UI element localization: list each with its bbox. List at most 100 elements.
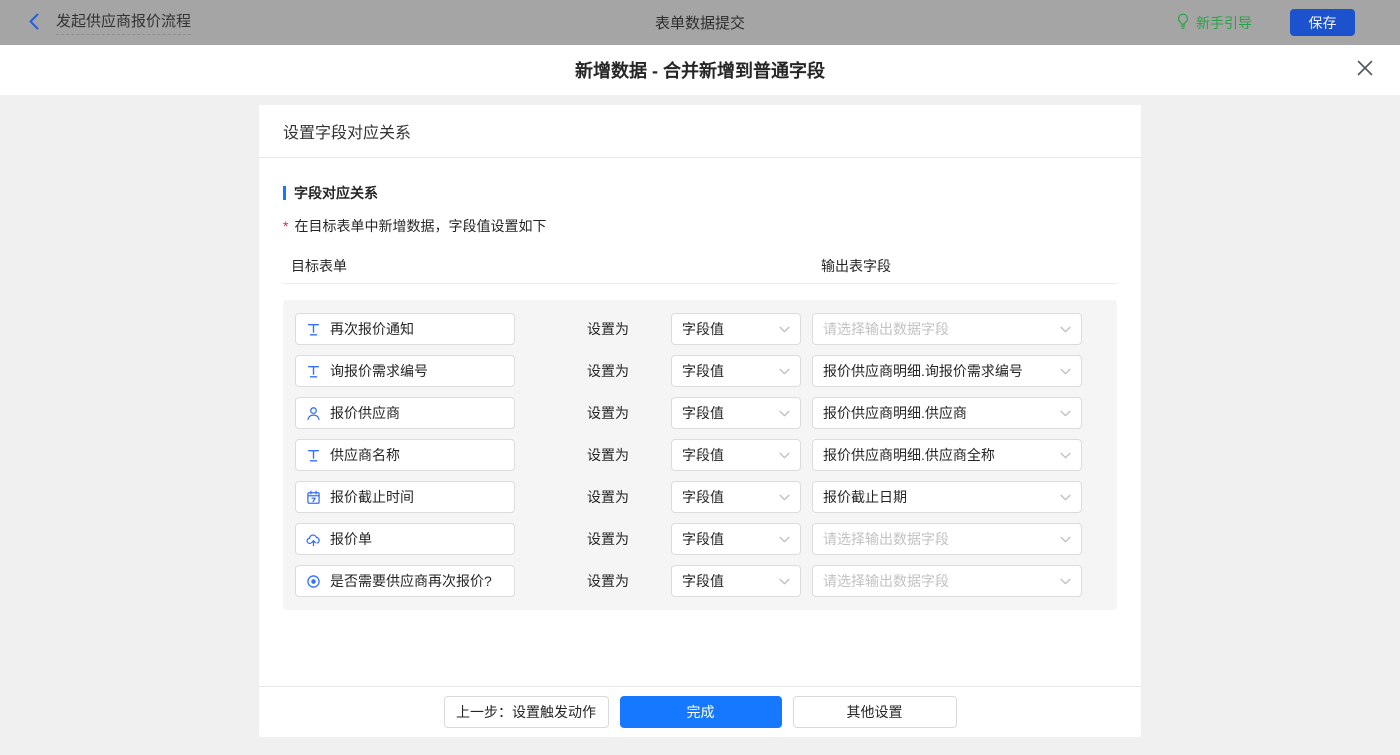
value-type-select[interactable]: 字段值 [671,481,801,513]
value-type-select[interactable]: 字段值 [671,523,801,555]
previous-step-button[interactable]: 上一步：设置触发动作 [443,696,609,728]
set-as-label: 设置为 [587,447,629,463]
value-type-selected: 字段值 [682,447,724,463]
value-type-selected: 字段值 [682,405,724,421]
chevron-down-icon [1060,410,1071,417]
lightbulb-icon [1176,13,1190,33]
value-type-selected: 字段值 [682,321,724,337]
field-mapping-row: 报价截止时间 设置为 字段值 报价截止日期 [295,481,1117,513]
output-field-value: 报价供应商明细.询报价需求编号 [823,363,1023,379]
field-mapping-row: 报价供应商 设置为 字段值 报价供应商明细.供应商 [295,397,1117,429]
save-button[interactable]: 保存 [1290,9,1355,36]
topbar-right: 新手引导 保存 [1176,9,1355,36]
flow-title[interactable]: 发起供应商报价流程 [56,10,192,35]
section-accent-bar [283,186,286,200]
card-body: 字段对应关系 * 在目标表单中新增数据，字段值设置如下 目标表单 输出表字段 再… [259,158,1141,686]
value-type-selected: 字段值 [682,573,724,589]
section-description: * 在目标表单中新增数据，字段值设置如下 [283,216,1117,236]
output-field-value: 请选择输出数据字段 [823,573,949,589]
modal-body: 设置字段对应关系 字段对应关系 * 在目标表单中新增数据，字段值设置如下 目标表… [0,95,1400,755]
section-title-label: 字段对应关系 [294,185,378,201]
output-field-select[interactable]: 报价截止日期 [812,481,1082,513]
calendar-icon [306,490,321,505]
beginner-guide-button[interactable]: 新手引导 [1176,13,1252,33]
output-field-select[interactable]: 请选择输出数据字段 [812,523,1082,555]
set-as-label: 设置为 [587,405,629,421]
column-header-output-field: 输出表字段 [821,258,891,274]
field-mapping-row: 询报价需求编号 设置为 字段值 报价供应商明细.询报价需求编号 [295,355,1117,387]
topbar-left: 发起供应商报价流程 [28,10,192,35]
field-mapping-row: 报价单 设置为 字段值 请选择输出数据字段 [295,523,1117,555]
close-icon [1356,59,1374,80]
topbar: 发起供应商报价流程 表单数据提交 新手引导 保存 [0,0,1400,45]
text-input-icon [306,448,321,463]
column-header-target-form: 目标表单 [291,258,347,274]
set-as-label: 设置为 [587,321,629,337]
text-input-icon [306,364,321,379]
output-field-select[interactable]: 报价供应商明细.询报价需求编号 [812,355,1082,387]
column-headers: 目标表单 输出表字段 [283,256,1117,276]
value-type-selected: 字段值 [682,363,724,379]
close-button[interactable] [1356,59,1374,80]
cloud-upload-icon [306,532,321,547]
output-field-select[interactable]: 请选择输出数据字段 [812,565,1082,597]
target-field-label: 询报价需求编号 [330,363,428,379]
target-field-box: 报价供应商 [295,397,515,429]
card-header: 设置字段对应关系 [259,105,1141,158]
target-field-label: 供应商名称 [330,447,400,463]
chevron-down-icon [1060,578,1071,585]
target-field-box: 报价截止时间 [295,481,515,513]
field-mapping-row: 再次报价通知 设置为 字段值 请选择输出数据字段 [295,313,1117,345]
field-mapping-row: 是否需要供应商再次报价? 设置为 字段值 请选择输出数据字段 [295,565,1117,597]
target-field-box: 询报价需求编号 [295,355,515,387]
description-text: 在目标表单中新增数据，字段值设置如下 [294,218,547,234]
radio-icon [306,574,321,589]
required-mark: * [283,218,289,234]
chevron-down-icon [779,578,790,585]
set-as-label: 设置为 [587,573,629,589]
chevron-down-icon [779,410,790,417]
chevron-down-icon [779,326,790,333]
value-type-select[interactable]: 字段值 [671,355,801,387]
value-type-select[interactable]: 字段值 [671,565,801,597]
divider [283,283,1117,284]
set-as-label: 设置为 [587,489,629,505]
target-field-box: 报价单 [295,523,515,555]
text-input-icon [306,322,321,337]
set-as-label: 设置为 [587,363,629,379]
chevron-down-icon [779,368,790,375]
target-field-box: 供应商名称 [295,439,515,471]
chevron-down-icon [779,494,790,501]
modal-title: 新增数据 - 合并新增到普通字段 [575,61,825,81]
chevron-down-icon [1060,326,1071,333]
value-type-select[interactable]: 字段值 [671,397,801,429]
chevron-down-icon [1060,494,1071,501]
output-field-value: 报价截止日期 [823,489,907,505]
target-field-label: 再次报价通知 [330,321,414,337]
value-type-selected: 字段值 [682,531,724,547]
target-field-label: 报价截止时间 [330,489,414,505]
field-mapping-row: 供应商名称 设置为 字段值 报价供应商明细.供应商全称 [295,439,1117,471]
target-field-label: 是否需要供应商再次报价? [330,573,492,589]
value-type-select[interactable]: 字段值 [671,313,801,345]
output-field-select[interactable]: 请选择输出数据字段 [812,313,1082,345]
field-mapping-card: 设置字段对应关系 字段对应关系 * 在目标表单中新增数据，字段值设置如下 目标表… [259,105,1141,737]
target-field-box: 再次报价通知 [295,313,515,345]
other-settings-button[interactable]: 其他设置 [792,696,957,728]
back-button[interactable] [28,13,39,33]
target-field-box: 是否需要供应商再次报价? [295,565,515,597]
output-field-value: 报价供应商明细.供应商全称 [823,447,995,463]
finish-button[interactable]: 完成 [619,696,782,728]
value-type-selected: 字段值 [682,489,724,505]
output-field-select[interactable]: 报价供应商明细.供应商全称 [812,439,1082,471]
output-field-select[interactable]: 报价供应商明细.供应商 [812,397,1082,429]
target-field-label: 报价单 [330,531,372,547]
value-type-select[interactable]: 字段值 [671,439,801,471]
chevron-down-icon [1060,452,1071,459]
chevron-down-icon [1060,368,1071,375]
field-mapping-panel: 再次报价通知 设置为 字段值 请选择输出数据字段 询报价需求编号 设置为 字段值… [283,300,1117,610]
output-field-value: 报价供应商明细.供应商 [823,405,967,421]
set-as-label: 设置为 [587,531,629,547]
output-field-value: 请选择输出数据字段 [823,321,949,337]
chevron-down-icon [1060,536,1071,543]
